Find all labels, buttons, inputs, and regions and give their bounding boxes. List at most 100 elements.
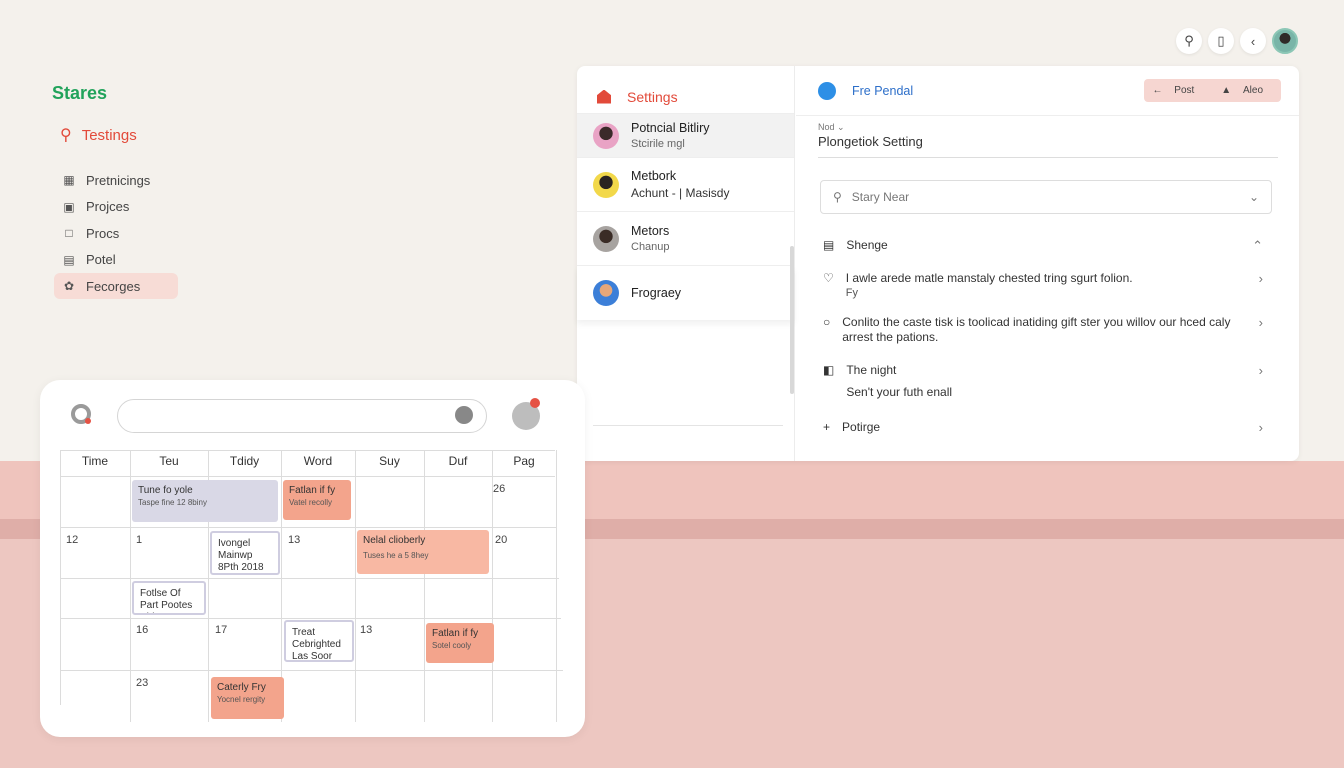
post-button[interactable]: ← Post xyxy=(1144,79,1213,102)
building-icon: ▦ xyxy=(63,173,75,187)
aleo-button[interactable]: ▲ Aleo xyxy=(1212,79,1281,102)
person-subtitle: Chanup xyxy=(631,241,670,253)
divider xyxy=(593,425,783,426)
row-label: Shenge xyxy=(846,238,888,252)
settings-row[interactable]: ♡ I awle arede matle manstaly chested tr… xyxy=(823,271,1263,301)
calendar-event[interactable]: Nelal clioberly Tuses he a 5 8hey xyxy=(357,530,489,574)
avatar xyxy=(593,225,619,252)
sidebar-item-potel[interactable]: ▤ Potel xyxy=(54,247,178,273)
day-header: Suy xyxy=(379,454,400,468)
back-icon[interactable]: ‹ xyxy=(1240,28,1266,54)
chevron-right-icon: › xyxy=(1258,315,1263,330)
day-number: 12 xyxy=(66,534,79,546)
search-icon: ⚲ xyxy=(60,127,72,144)
action-pill: ← Post ▲ Aleo xyxy=(1143,79,1281,102)
sidebar-item-label: Potel xyxy=(86,252,116,267)
day-header: Time xyxy=(81,454,109,468)
nav-heading[interactable]: ⚲ Testings xyxy=(60,125,137,145)
person-item[interactable]: Potncial Bitliry Stcirile mgl xyxy=(577,114,794,158)
sidebar-item-label: Procs xyxy=(86,225,120,241)
plus-icon: + xyxy=(823,420,831,434)
row-label: The night xyxy=(846,363,897,377)
row-label: Conlito the caste tisk is toolicad inati… xyxy=(842,315,1231,344)
detail-title: Fre Pendal xyxy=(852,83,914,98)
setting-name-field[interactable]: Plongetiok Setting xyxy=(818,134,923,149)
search-placeholder: Stary Near xyxy=(851,190,910,204)
sidebar-item-fecorges[interactable]: ✿ Fecorges xyxy=(54,273,178,299)
aleo-label: Aleo xyxy=(1242,85,1263,96)
day-number: 13 xyxy=(360,624,373,636)
search-select[interactable]: ⚲ Stary Near ⌄ xyxy=(820,180,1272,214)
event-sub: Sotel cooly xyxy=(432,641,472,650)
home-icon xyxy=(597,89,611,104)
settings-people-list: Settings Potncial Bitliry Stcirile mgl M… xyxy=(577,66,795,461)
calendar-event[interactable]: Treat Cebrighted Las Soor xyxy=(284,620,354,662)
sidebar: ▦ Pretnicings ▣ Projces □ Procs ▤ Potel … xyxy=(54,167,178,300)
gear-icon xyxy=(818,81,836,100)
row-label: Potirge xyxy=(842,420,881,434)
person-item[interactable]: Metbork Achunt - | Masisdy xyxy=(577,158,794,212)
image-icon: ◧ xyxy=(823,363,835,377)
settings-row[interactable]: ○ Conlito the caste tisk is toolicad ina… xyxy=(823,315,1263,345)
settings-title: Settings xyxy=(627,88,678,105)
detail-header: Fre Pendal ← Post ▲ Aleo xyxy=(796,66,1299,116)
chevron-right-icon: › xyxy=(1258,271,1263,286)
day-number: 16 xyxy=(136,624,149,636)
grid-line xyxy=(355,450,356,722)
day-header: Word xyxy=(303,454,333,468)
settings-header: Settings xyxy=(577,66,794,114)
grid-line xyxy=(424,450,425,722)
nav-heading-label: Testings xyxy=(81,126,137,144)
person-item[interactable]: Frograey xyxy=(577,266,794,320)
calendar-event[interactable]: Fatlan if fy Vatel recolly xyxy=(283,480,351,520)
calendar-search-input[interactable] xyxy=(117,399,487,433)
day-header: Teu xyxy=(159,454,179,468)
post-label: Post xyxy=(1174,85,1195,96)
person-name: Metors xyxy=(631,224,670,238)
grid-line xyxy=(60,618,561,619)
event-sub: Vatel recolly xyxy=(289,498,332,507)
avatar[interactable] xyxy=(1272,28,1298,54)
scrollbar[interactable] xyxy=(790,246,794,394)
mic-icon[interactable] xyxy=(455,406,473,424)
top-toolbar: ⚲ ▯ ‹ xyxy=(1176,28,1298,54)
event-sub: Taspe fine 12 8biny xyxy=(138,498,207,507)
calendar-event[interactable]: Tune fo yole Taspe fine 12 8biny xyxy=(132,480,278,522)
edit-icon: ▣ xyxy=(63,199,75,214)
chevron-right-icon: › xyxy=(1258,420,1263,435)
settings-row[interactable]: ▤ Shenge ⌃ xyxy=(823,238,1263,254)
person-name: Frograey xyxy=(631,286,682,300)
table-icon: ▤ xyxy=(63,252,75,267)
calendar-event[interactable]: Caterly Fry Yocnel rergity xyxy=(211,677,284,719)
calendar-event[interactable]: Ivongel Mainwp 8Pth 2018 xyxy=(210,531,280,575)
sidebar-item-label: Projces xyxy=(86,199,130,214)
day-header: Duf xyxy=(448,454,468,468)
person-item[interactable]: Metors Chanup xyxy=(577,212,794,266)
clipboard-icon[interactable]: ▯ xyxy=(1208,28,1234,54)
row-sub: Fy xyxy=(845,287,858,299)
calendar-event[interactable]: Fotlse Of Part Pootes Shite xyxy=(132,581,206,615)
sidebar-item-procs[interactable]: □ Procs xyxy=(54,220,178,246)
avatar xyxy=(593,280,619,306)
search-icon[interactable] xyxy=(71,404,91,424)
search-icon[interactable]: ⚲ xyxy=(1176,28,1202,54)
settings-row[interactable]: ◧ The night Sen't your futh enall › xyxy=(823,363,1263,400)
heart-icon: ♡ xyxy=(823,271,834,285)
row-label: I awle arede matle manstaly chested trin… xyxy=(845,271,1133,285)
brand-title: Stares xyxy=(52,83,108,103)
day-number: 13 xyxy=(288,534,301,546)
sidebar-item-pretnicings[interactable]: ▦ Pretnicings xyxy=(54,167,178,193)
sidebar-item-projces[interactable]: ▣ Projces xyxy=(54,194,178,220)
event-title: Fatlan if fy xyxy=(289,485,336,496)
notification-badge xyxy=(530,398,540,408)
note-icon: □ xyxy=(65,226,73,240)
event-title: Fotlse Of Part Pootes Shite xyxy=(140,588,193,613)
calendar-event[interactable]: Fatlan if fy Sotel cooly xyxy=(426,623,494,663)
settings-row[interactable]: + Potirge › xyxy=(823,420,1263,435)
day-header: Pag xyxy=(513,454,535,468)
person-subtitle: Stcirile mgl xyxy=(631,138,685,150)
event-sub: Yocnel rergity xyxy=(217,695,266,704)
circle-icon: ○ xyxy=(823,315,831,329)
day-number: 20 xyxy=(495,534,508,546)
grid-line xyxy=(60,578,559,579)
